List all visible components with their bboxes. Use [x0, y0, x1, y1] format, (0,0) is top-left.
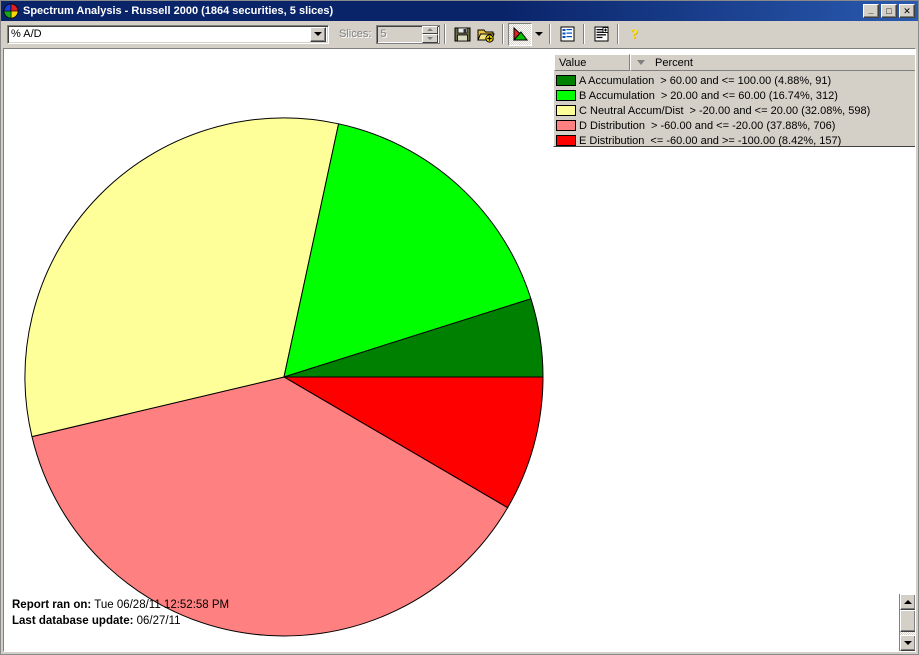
- legend-column-value-label: Value: [559, 56, 587, 69]
- report-ran-line: Report ran on: Tue 06/28/11 12:52:58 PM: [12, 597, 229, 613]
- open-add-button[interactable]: [474, 23, 498, 46]
- chevron-down-icon[interactable]: [310, 26, 326, 42]
- toolbar-separator: [617, 24, 620, 44]
- title-bar: Spectrum Analysis - Russell 2000 (1864 s…: [1, 1, 918, 21]
- help-button[interactable]: ? ?: [623, 23, 647, 46]
- sort-descending-icon: [637, 60, 645, 65]
- toolbar-separator: [444, 24, 447, 44]
- report-view-button[interactable]: [589, 23, 613, 46]
- legend-row-range: > -20.00 and <= 20.00 (32.08%, 598): [689, 104, 871, 117]
- slices-stepper[interactable]: 5: [376, 24, 441, 44]
- slices-value: 5: [380, 28, 387, 40]
- pie-chart-icon: [3, 3, 19, 19]
- toolbar: % A/D Slices: 5 ? ?: [1, 21, 918, 47]
- window-title: Spectrum Analysis - Russell 2000 (1864 s…: [23, 5, 334, 17]
- window-controls: _ □ ✕: [863, 4, 917, 18]
- pie-chart-icon: [512, 26, 529, 41]
- chart-canvas: Value Percent A Accumulation > 60.00 and …: [4, 49, 915, 651]
- minimize-button[interactable]: _: [863, 4, 879, 18]
- minimize-icon: _: [868, 5, 874, 15]
- last-update-label: Last database update:: [12, 615, 134, 627]
- slices-spin-buttons[interactable]: [422, 25, 439, 43]
- triangle-down-icon: [904, 641, 912, 645]
- report-ran-label: Report ran on:: [12, 599, 92, 611]
- triangle-up-icon: [904, 600, 912, 604]
- legend-row-range: > -60.00 and <= -20.00 (37.88%, 706): [651, 119, 836, 132]
- legend-row-range: <= -60.00 and >= -100.00 (8.42%, 157): [650, 134, 842, 147]
- legend-column-percent-label: Percent: [655, 56, 693, 69]
- legend-row[interactable]: A Accumulation > 60.00 and <= 100.00 (4.8…: [556, 73, 915, 88]
- chart-view-button[interactable]: [508, 22, 533, 46]
- scroll-down-button[interactable]: [900, 635, 915, 651]
- floppy-disk-icon: [454, 27, 471, 41]
- legend-row-name: B Accumulation: [579, 89, 655, 102]
- vertical-scrollbar[interactable]: [899, 594, 915, 651]
- legend-header-row: Value Percent: [554, 54, 915, 71]
- slices-increment-button[interactable]: [422, 25, 439, 34]
- slices-label: Slices:: [339, 28, 372, 40]
- scroll-up-button[interactable]: [900, 594, 915, 610]
- save-button[interactable]: [450, 23, 474, 46]
- legend-row-name: C Neutral Accum/Dist: [579, 104, 684, 117]
- toolbar-separator: [549, 24, 552, 44]
- indicator-combo[interactable]: % A/D: [7, 24, 329, 44]
- legend-panel: Value Percent A Accumulation > 60.00 and …: [553, 53, 915, 147]
- legend-row-name: D Distribution: [579, 119, 646, 132]
- legend-row[interactable]: B Accumulation > 20.00 and <= 60.00 (16.7…: [556, 88, 915, 103]
- legend-row[interactable]: C Neutral Accum/Dist > -20.00 and <= 20.0…: [556, 103, 915, 118]
- report-view-icon: [594, 26, 609, 42]
- legend-row-name: A Accumulation: [579, 74, 655, 87]
- slices-decrement-button[interactable]: [422, 34, 439, 43]
- legend-row-range: > 20.00 and <= 60.00 (16.74%, 312): [660, 89, 838, 102]
- legend-row[interactable]: D Distribution > -60.00 and <= -20.00 (37…: [556, 118, 915, 133]
- list-view-button[interactable]: [555, 23, 579, 46]
- report-info: Report ran on: Tue 06/28/11 12:52:58 PM …: [12, 597, 229, 629]
- legend-color-swatch: [556, 105, 576, 116]
- indicator-combo-value: % A/D: [11, 28, 42, 40]
- chart-view-dropdown[interactable]: [532, 23, 545, 46]
- legend-row-range: > 60.00 and <= 100.00 (4.88%, 91): [660, 74, 832, 87]
- legend-row-name: E Distribution: [579, 134, 645, 147]
- spectrum-analysis-window: Spectrum Analysis - Russell 2000 (1864 s…: [0, 0, 919, 655]
- legend-row[interactable]: E Distribution <= -60.00 and >= -100.00 (…: [556, 133, 915, 147]
- legend-color-swatch: [556, 120, 576, 131]
- close-icon: ✕: [903, 5, 911, 16]
- folder-add-icon: [477, 29, 496, 43]
- legend-color-swatch: [556, 90, 576, 101]
- legend-column-percent[interactable]: Percent: [630, 54, 915, 71]
- legend-color-swatch: [556, 75, 576, 86]
- scrollbar-thumb[interactable]: [900, 610, 915, 632]
- chart-client-area: Value Percent A Accumulation > 60.00 and …: [3, 48, 916, 652]
- legend-color-swatch: [556, 135, 576, 146]
- close-button[interactable]: ✕: [899, 4, 915, 18]
- toolbar-separator: [502, 24, 505, 44]
- maximize-button[interactable]: □: [881, 4, 897, 18]
- list-view-icon: [560, 26, 575, 42]
- maximize-icon: □: [886, 5, 892, 16]
- last-update-line: Last database update: 06/27/11: [12, 613, 229, 629]
- legend-rows: A Accumulation > 60.00 and <= 100.00 (4.8…: [554, 71, 915, 147]
- report-ran-value: Tue 06/28/11 12:52:58 PM: [94, 599, 230, 611]
- svg-text:?: ?: [631, 27, 638, 42]
- toolbar-separator: [583, 24, 586, 44]
- legend-column-value[interactable]: Value: [554, 54, 630, 71]
- last-update-value: 06/27/11: [136, 615, 181, 627]
- question-mark-icon: ? ?: [631, 27, 639, 42]
